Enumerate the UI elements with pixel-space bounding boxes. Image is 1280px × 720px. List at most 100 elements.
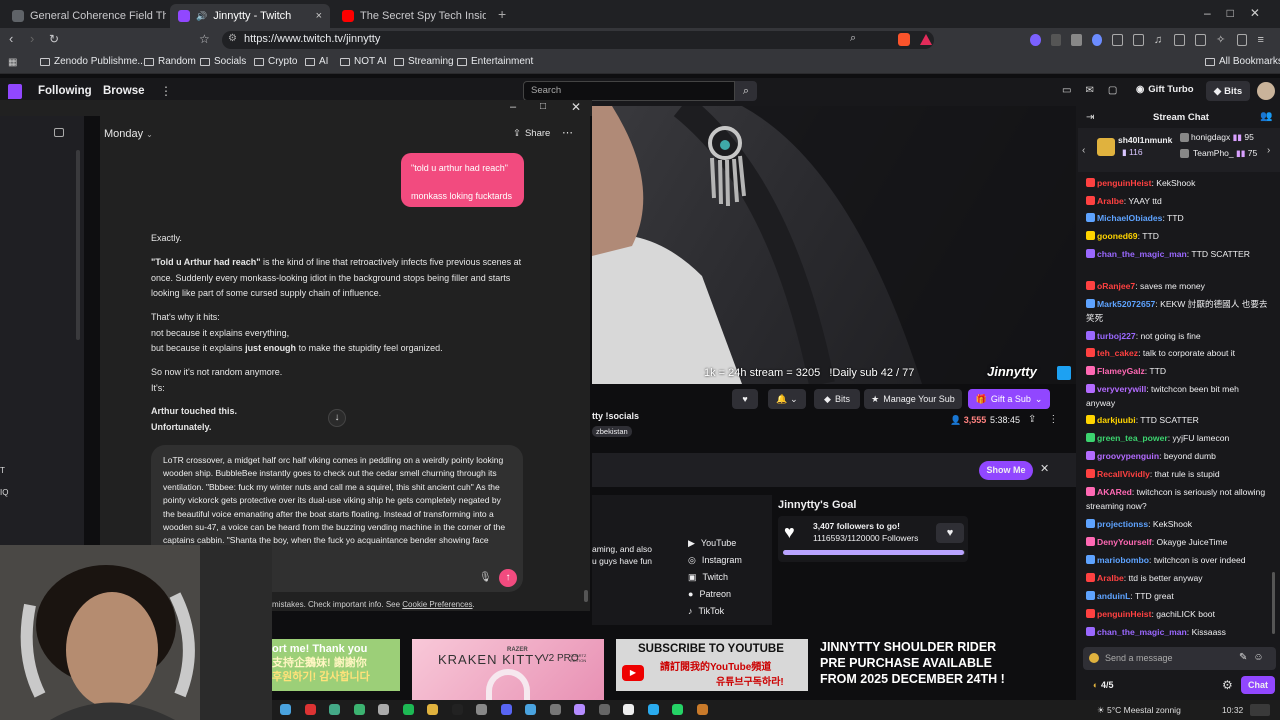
chat-username[interactable]: green_tea_power <box>1097 433 1168 443</box>
avatar[interactable] <box>1257 82 1275 100</box>
show-me-button[interactable]: Show Me <box>979 461 1033 480</box>
shoulder-rider-banner[interactable]: JINNYTTY SHOULDER RIDER PRE PURCHASE AVA… <box>820 639 1020 687</box>
gift-sub-button[interactable]: 🎁 Gift a Sub ⌄ <box>968 389 1050 409</box>
chat-send-button[interactable]: Chat <box>1241 676 1275 694</box>
chat-username[interactable]: chan_the_magic_man <box>1097 249 1187 259</box>
extension-icon[interactable] <box>1030 34 1041 46</box>
window-controls[interactable]: –□✕ <box>1204 6 1276 20</box>
twitch-logo-icon[interactable] <box>8 84 22 99</box>
search-icon[interactable]: ⌕ <box>735 81 757 101</box>
more-options-icon[interactable]: ⋮ <box>160 84 172 98</box>
chat-username[interactable]: penguinHeist <box>1097 178 1151 188</box>
sidebar-toggle-icon[interactable] <box>54 128 64 137</box>
extension-icon[interactable] <box>1050 34 1062 46</box>
chat-username[interactable]: teh_cakez <box>1097 348 1138 358</box>
youtube-subscribe-banner[interactable]: SUBSCRIBE TO YOUTUBE 請訂閱我的YouTube頻道 유튜브구… <box>616 639 808 691</box>
users-icon[interactable]: 👥 <box>1260 111 1272 122</box>
sidebar-icon[interactable] <box>1174 34 1186 46</box>
taskbar-app-icon[interactable] <box>647 704 659 715</box>
bookmark-item[interactable]: NOT AI <box>340 56 387 67</box>
taskbar-app-icon[interactable] <box>623 704 634 715</box>
leo-ai-icon[interactable]: ✧ <box>1216 34 1227 46</box>
share-more-icons[interactable]: ⇪⋮ <box>1028 414 1070 425</box>
stream-tag[interactable]: zbekistan <box>592 426 632 437</box>
emote-icons[interactable]: ✎☺ <box>1239 652 1270 663</box>
taskbar-app-icon[interactable] <box>280 704 291 715</box>
bookmark-item[interactable]: Random <box>144 56 196 67</box>
social-link-tiktok[interactable]: ♪ TikTok <box>688 603 742 620</box>
chat-username[interactable]: projectionss <box>1097 519 1148 529</box>
chat-username[interactable]: mariobombo <box>1097 555 1149 565</box>
goal-follow-heart-icon[interactable]: ♥ <box>936 523 964 543</box>
chat-username[interactable]: veryverywill <box>1097 384 1146 394</box>
reload-icon[interactable]: ↻ <box>49 32 59 46</box>
chat-username[interactable]: Mark52072657 <box>1097 299 1155 309</box>
taskbar-app-icon[interactable] <box>329 704 340 715</box>
search-input[interactable]: Search <box>523 81 735 101</box>
browser-tab-active[interactable]: 🔊 Jinnytty - Twitch × <box>170 4 330 28</box>
prev-icon[interactable]: ‹ <box>1082 145 1085 156</box>
zoom-icon[interactable]: ⌕ <box>850 32 856 45</box>
back-icon[interactable]: ‹ <box>9 31 13 46</box>
scroll-down-icon[interactable]: ↓ <box>328 409 346 427</box>
close-icon[interactable]: ✕ <box>1040 462 1049 475</box>
bookmark-item[interactable]: Crypto <box>254 56 297 67</box>
chat-username[interactable]: Aralbe <box>1097 196 1124 206</box>
close-tab-icon[interactable]: × <box>316 10 322 22</box>
wallet-icon[interactable] <box>1195 34 1207 46</box>
video-player[interactable] <box>592 106 1076 384</box>
razer-kraken-banner[interactable]: RAZER KRAKEN KITTY V2 PRO QUARTZ EDITION <box>412 639 604 700</box>
chat-username[interactable]: gooned69 <box>1097 231 1138 241</box>
chat-username[interactable]: DenyYourself <box>1097 537 1152 547</box>
shield-icon[interactable] <box>1236 34 1248 46</box>
chat-username[interactable]: turboj227 <box>1097 331 1136 341</box>
social-link-youtube[interactable]: ▶ YouTube <box>688 535 742 552</box>
model-selector[interactable]: Monday ⌄ <box>104 128 153 140</box>
extension-icon[interactable] <box>1071 34 1082 46</box>
nav-following[interactable]: Following <box>38 85 92 97</box>
bookmark-item[interactable]: AI <box>305 56 328 67</box>
taskbar-app-icon[interactable] <box>525 704 536 715</box>
next-icon[interactable]: › <box>1267 145 1270 156</box>
new-tab-icon[interactable]: + <box>498 6 506 22</box>
all-bookmarks[interactable]: All Bookmarks <box>1205 56 1280 67</box>
send-icon[interactable]: ↑ <box>499 569 517 587</box>
popup-scrollbar[interactable] <box>584 590 588 602</box>
media-icon[interactable]: ♫ <box>1154 34 1165 46</box>
bookmark-star-icon[interactable]: ☆ <box>199 32 210 46</box>
taskbar-app-icon[interactable] <box>500 704 512 715</box>
chat-username[interactable]: darkjuubi <box>1097 415 1136 425</box>
follow-heart-icon[interactable]: ♥ <box>732 389 758 409</box>
chat-scrollbar[interactable] <box>1272 572 1275 634</box>
taskbar-app-icon[interactable] <box>402 704 414 715</box>
chat-username[interactable]: RecallVividly <box>1097 469 1150 479</box>
extension-icon[interactable] <box>1112 34 1124 46</box>
forward-icon[interactable]: › <box>30 31 34 46</box>
notifications-icon[interactable] <box>1250 704 1270 716</box>
taskbar-app-icon[interactable] <box>378 704 389 715</box>
social-link-patreon[interactable]: ● Patreon <box>688 586 742 603</box>
cookie-preferences-link[interactable]: Cookie Preferences <box>402 600 472 609</box>
support-banner[interactable]: ort me! Thank you 支持企鵝妹! 謝謝你 후원하기! 감사합니다 <box>272 639 400 691</box>
taskbar-app-icon[interactable] <box>549 704 561 715</box>
chat-username[interactable]: Aralbe <box>1097 573 1124 583</box>
chat-username[interactable]: oRanjee7 <box>1097 281 1135 291</box>
nav-icons[interactable]: ▭✉▢ <box>1062 85 1131 96</box>
taskbar-app-icon[interactable] <box>598 704 610 715</box>
brave-shield-icon[interactable] <box>898 33 910 46</box>
left-scrollbar[interactable] <box>76 150 80 340</box>
bookmark-item[interactable]: Zenodo Publishme... <box>40 56 146 67</box>
more-options-icon[interactable]: ⋯ <box>562 126 573 139</box>
chat-username[interactable]: anduinL <box>1097 591 1130 601</box>
bookmark-item[interactable]: Entertainment <box>457 56 533 67</box>
maximize-icon[interactable]: □ <box>540 101 546 112</box>
nav-browse[interactable]: Browse <box>103 85 145 97</box>
url-field[interactable]: https://www.twitch.tv/jinnytty <box>222 31 934 49</box>
taskbar-app-icon[interactable] <box>451 704 463 715</box>
browser-tab[interactable]: The Secret Spy Tech Inside Every Cre <box>334 4 486 28</box>
settings-gear-icon[interactable]: ⚙ <box>1222 678 1233 692</box>
bits-button[interactable]: ◆ Bits <box>1206 81 1250 101</box>
weather-widget[interactable]: ☀ 5°C Meestal zonnig <box>1097 705 1181 716</box>
channel-points-icon[interactable] <box>1089 653 1099 663</box>
bookmark-item[interactable]: Streaming <box>394 56 454 67</box>
